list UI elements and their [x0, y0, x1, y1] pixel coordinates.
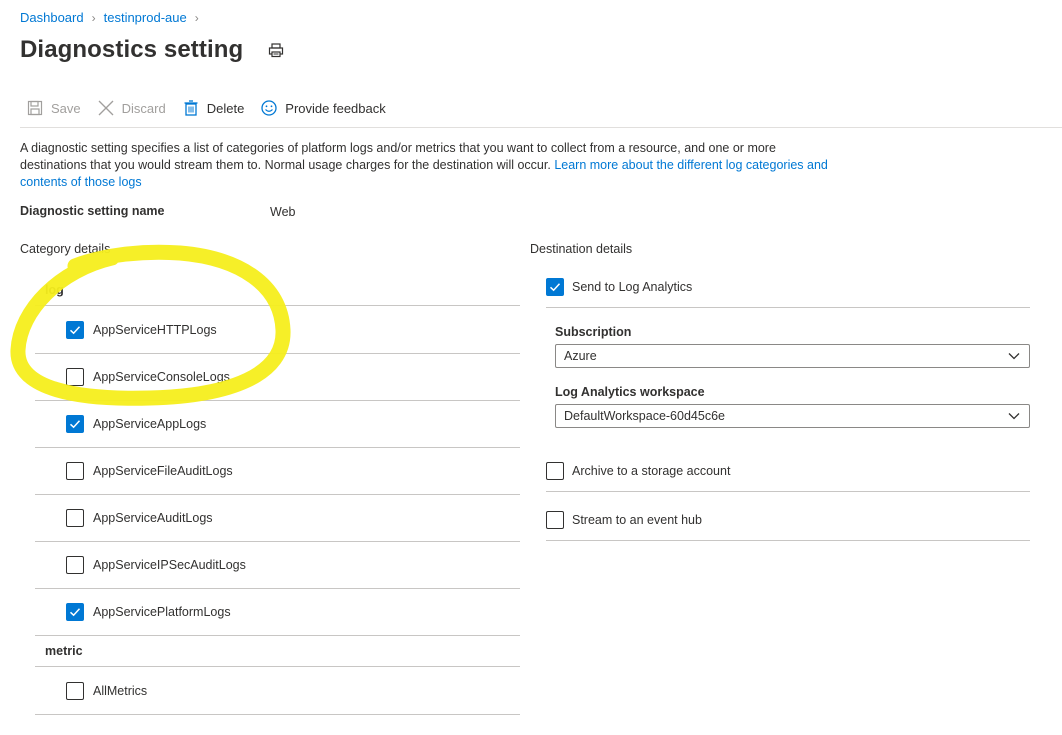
checkbox-label: AllMetrics: [93, 683, 148, 698]
description: A diagnostic setting specifies a list of…: [20, 140, 830, 191]
checkbox-label: Stream to an event hub: [572, 513, 702, 527]
checkbox[interactable]: [66, 555, 84, 574]
stream-event-hub-option[interactable]: Stream to an event hub: [546, 511, 702, 529]
title-row: Diagnostics setting: [20, 36, 285, 64]
log-row-apps-audit[interactable]: AppServiceAuditLogs: [35, 494, 520, 542]
save-label: Save: [51, 100, 81, 116]
checkbox-label: AppServicePlatformLogs: [93, 604, 231, 619]
toolbar-divider: [20, 127, 1062, 128]
save-icon: [26, 99, 44, 117]
checkbox-label: AppServiceAuditLogs: [93, 510, 213, 525]
discard-button[interactable]: Discard: [97, 99, 166, 117]
delete-button[interactable]: Delete: [182, 99, 245, 117]
workspace-value: DefaultWorkspace-60d45c6e: [564, 409, 725, 423]
setting-name-label: Diagnostic setting name: [20, 204, 165, 218]
checkbox-label: Archive to a storage account: [572, 464, 731, 478]
divider: [546, 491, 1030, 492]
checkbox-label: AppServiceIPSecAuditLogs: [93, 557, 246, 572]
page-title: Diagnostics setting: [20, 36, 244, 63]
checkbox[interactable]: [66, 508, 84, 527]
log-row-apps-ipsec-audit[interactable]: AppServiceIPSecAuditLogs: [35, 541, 520, 589]
log-group-header: log: [45, 283, 64, 297]
print-icon[interactable]: [267, 41, 285, 59]
log-row-apps-file-audit[interactable]: AppServiceFileAuditLogs: [35, 447, 520, 495]
send-to-log-analytics-option[interactable]: Send to Log Analytics: [546, 278, 692, 296]
breadcrumb-dashboard-link[interactable]: Dashboard: [20, 10, 84, 25]
destination-details-label: Destination details: [530, 242, 633, 256]
subscription-dropdown[interactable]: Azure: [555, 344, 1030, 368]
workspace-label: Log Analytics workspace: [555, 385, 705, 399]
smiley-icon: [260, 99, 278, 117]
subscription-value: Azure: [564, 349, 597, 363]
metric-row-all-metrics[interactable]: AllMetrics: [35, 667, 520, 715]
category-details-label: Category details: [20, 242, 111, 256]
trash-icon: [182, 99, 200, 117]
checkbox[interactable]: [66, 414, 84, 433]
breadcrumb-resource-link[interactable]: testinprod-aue: [104, 10, 187, 25]
checkbox[interactable]: [546, 278, 564, 296]
checkbox-label: AppServiceAppLogs: [93, 416, 207, 431]
subscription-label: Subscription: [555, 325, 632, 339]
chevron-right-icon: ›: [194, 10, 199, 25]
log-row-apps-app[interactable]: AppServiceAppLogs: [35, 400, 520, 448]
chevron-down-icon: [1007, 409, 1021, 423]
checkbox-label: AppServiceConsoleLogs: [93, 369, 230, 384]
chevron-down-icon: [1007, 349, 1021, 363]
checkbox-label: AppServiceHTTPLogs: [93, 322, 217, 337]
category-list: log AppServiceHTTPLogs AppServiceConsole…: [35, 270, 520, 720]
archive-storage-option[interactable]: Archive to a storage account: [546, 462, 730, 480]
setting-name-value: Web: [270, 205, 296, 219]
checkbox[interactable]: [66, 602, 84, 621]
close-icon: [97, 99, 115, 117]
metric-group-header: metric: [45, 644, 83, 658]
provide-feedback-button[interactable]: Provide feedback: [260, 99, 386, 117]
workspace-dropdown[interactable]: DefaultWorkspace-60d45c6e: [555, 404, 1030, 428]
delete-label: Delete: [206, 100, 245, 116]
divider: [546, 307, 1030, 308]
diagnostics-setting-page: Dashboard › testinprod-aue › Diagnostics…: [0, 0, 1062, 735]
log-row-apps-http[interactable]: AppServiceHTTPLogs: [35, 306, 520, 354]
checkbox[interactable]: [546, 511, 564, 529]
log-row-apps-platform[interactable]: AppServicePlatformLogs: [35, 588, 520, 636]
checkbox[interactable]: [546, 462, 564, 480]
save-button[interactable]: Save: [26, 99, 81, 117]
breadcrumb: Dashboard › testinprod-aue ›: [20, 10, 207, 25]
checkbox[interactable]: [66, 320, 84, 339]
checkbox[interactable]: [66, 461, 84, 480]
checkbox[interactable]: [66, 681, 84, 700]
divider: [546, 540, 1030, 541]
chevron-right-icon: ›: [91, 10, 96, 25]
discard-label: Discard: [121, 100, 166, 116]
command-bar: Save Discard Delete Provide feedback: [26, 99, 402, 117]
checkbox-label: Send to Log Analytics: [572, 280, 693, 294]
log-row-apps-console[interactable]: AppServiceConsoleLogs: [35, 353, 520, 401]
checkbox[interactable]: [66, 367, 84, 386]
checkbox-label: AppServiceFileAuditLogs: [93, 463, 233, 478]
feedback-label: Provide feedback: [285, 100, 386, 116]
